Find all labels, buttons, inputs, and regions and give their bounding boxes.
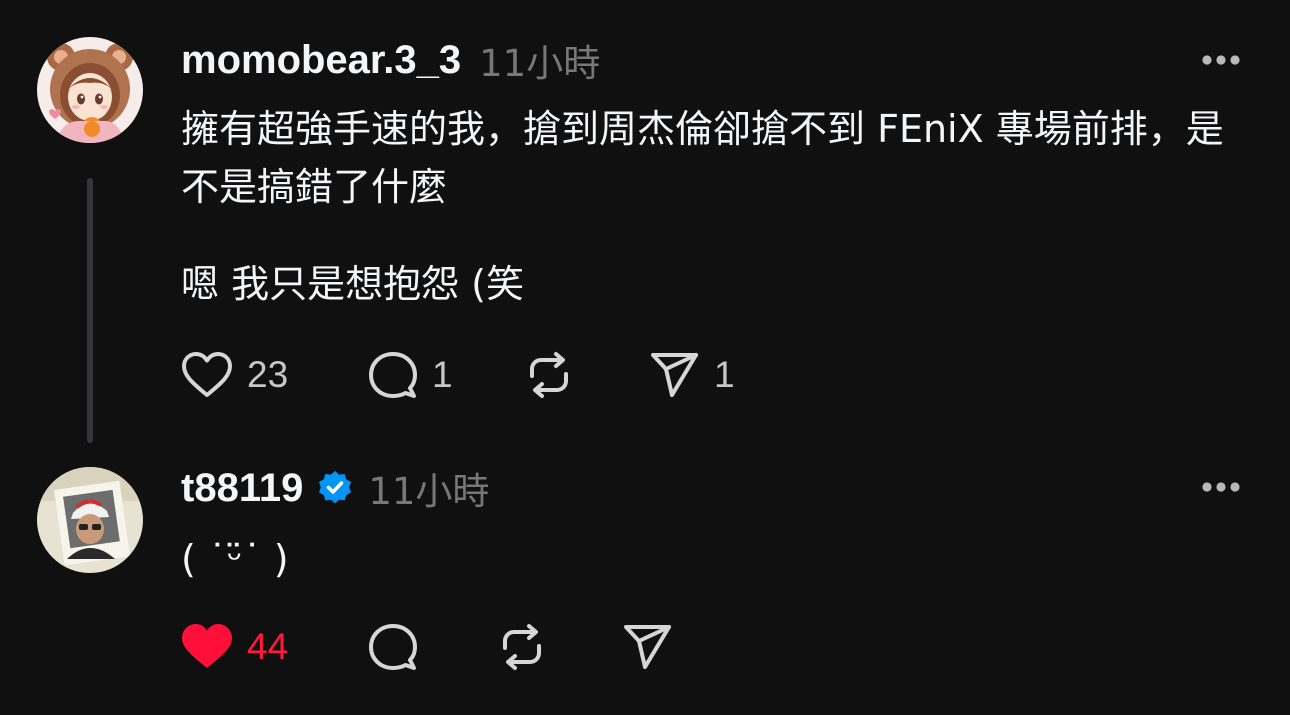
thread-post: t88119 11小時 ( ˙ᵕ̈˙ ) 44 [0,450,1290,715]
avatar[interactable] [37,467,143,573]
heart-filled-icon [181,623,233,671]
username[interactable]: t88119 [181,466,303,511]
thread-post: momobear.3_3 11小時 擁有超強手速的我，搶到周杰倫卻搶不到 FEn… [0,0,1290,450]
reply-button[interactable] [368,621,497,673]
like-count: 23 [247,354,289,395]
like-button[interactable]: 44 [181,621,368,673]
share-count: 1 [714,354,735,395]
username[interactable]: momobear.3_3 [181,38,461,83]
heart-icon [181,351,233,399]
post-text: 擁有超強手速的我，搶到周杰倫卻搶不到 FEniX 專場前排，是不是搞錯了什麼 [181,107,1224,209]
post-text: ( ˙ᵕ̈˙ ) [181,537,289,581]
post-header: momobear.3_3 11小時 [181,35,601,86]
share-icon [623,622,673,672]
timestamp: 11小時 [479,42,601,85]
post-header: t88119 11小時 [181,463,490,514]
comment-icon [368,622,418,672]
reply-count: 1 [432,354,453,395]
avatar[interactable] [37,37,143,143]
share-button[interactable]: 1 [650,349,735,401]
repost-icon [524,350,574,400]
timestamp: 11小時 [368,470,490,513]
thread-line [87,178,93,443]
verified-badge-icon [316,469,354,507]
repost-icon [497,622,547,672]
like-button[interactable]: 23 [181,349,368,401]
repost-button[interactable] [497,621,623,673]
repost-button[interactable] [524,349,650,401]
more-icon[interactable] [1200,479,1242,493]
comment-icon [368,350,418,400]
post-text: 嗯 我只是想抱怨 (笑 [181,262,524,306]
action-bar: 44 [181,621,687,673]
reply-button[interactable]: 1 [368,349,524,401]
share-button[interactable] [623,621,687,673]
more-icon[interactable] [1200,52,1242,66]
like-count: 44 [247,626,289,667]
action-bar: 23 1 1 [181,349,735,401]
share-icon [650,350,700,400]
